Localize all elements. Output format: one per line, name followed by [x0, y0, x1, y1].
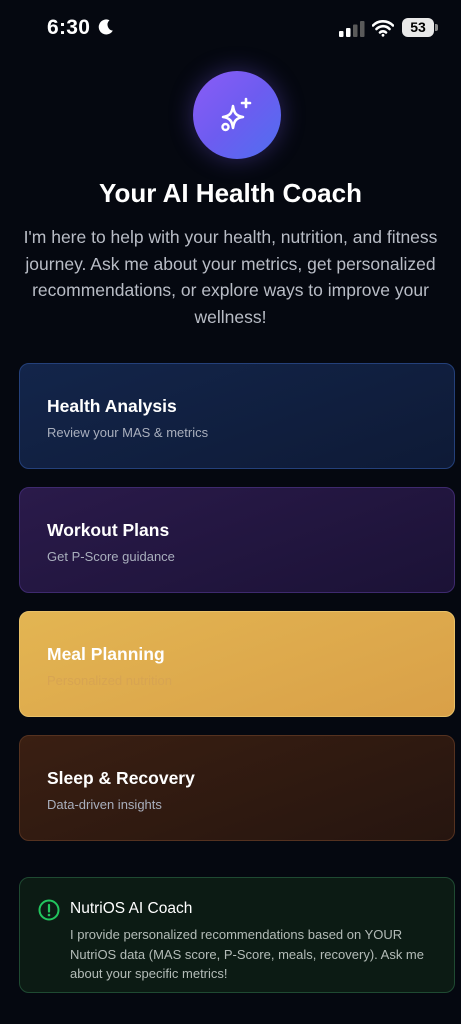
sparkles-icon [221, 97, 252, 132]
info-title: NutriOS AI Coach [70, 900, 193, 917]
alert-circle-icon [38, 899, 60, 921]
status-bar: 6:30 53 [0, 0, 461, 58]
battery-cap [435, 24, 438, 31]
hero-avatar [193, 71, 281, 159]
coach-info-box: NutriOS AI Coach I provide personalized … [19, 877, 455, 993]
card-title: Meal Planning [47, 644, 165, 664]
health-analysis-card[interactable]: Health Analysis Review your MAS & metric… [19, 363, 455, 469]
card-subtitle: Data-driven insights [47, 797, 162, 812]
screen: 6:30 53 Your AI Health Coach I'm here to… [0, 0, 461, 1024]
wifi-icon [372, 20, 394, 37]
page-title: Your AI Health Coach [99, 178, 362, 208]
card-title: Health Analysis [47, 396, 177, 416]
card-subtitle: Get P-Score guidance [47, 549, 175, 564]
signal-icon [339, 21, 365, 37]
moon-icon [98, 19, 113, 35]
battery-icon: 53 [402, 18, 438, 37]
sleep-recovery-card[interactable]: Sleep & Recovery Data-driven insights [19, 735, 455, 841]
card-title: Sleep & Recovery [47, 768, 195, 788]
card-subtitle: Personalized nutrition [47, 673, 173, 688]
battery-level: 53 [402, 18, 434, 37]
meal-planning-card[interactable]: Meal Planning Personalized nutrition [19, 611, 455, 717]
info-text: I provide personalized recommendations b… [70, 927, 424, 981]
card-title: Workout Plans [47, 520, 170, 540]
page-subtitle: I'm here to help with your health, nutri… [23, 227, 438, 327]
status-time: 6:30 [47, 16, 91, 39]
workout-plans-card[interactable]: Workout Plans Get P-Score guidance [19, 487, 455, 593]
card-subtitle: Review your MAS & metrics [47, 425, 209, 440]
